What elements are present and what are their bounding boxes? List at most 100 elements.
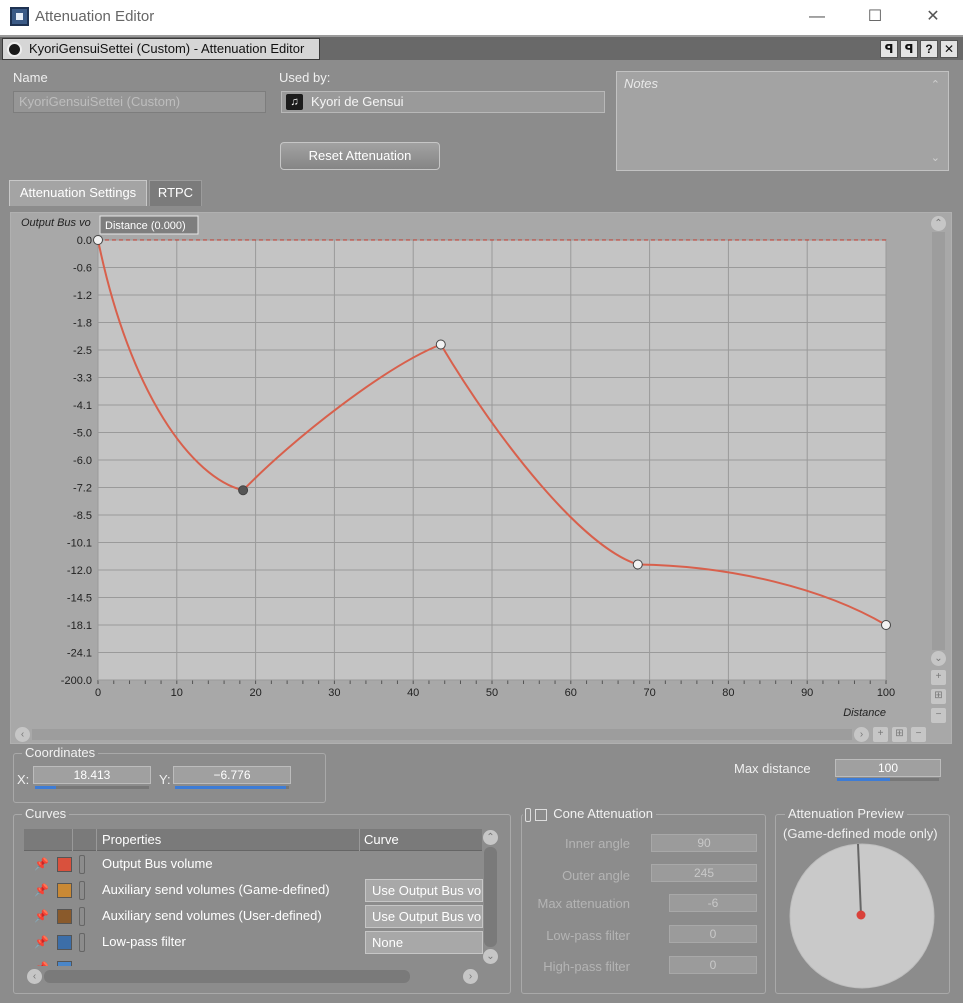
notes-field[interactable]: Notes ⌃ ⌄ — [616, 71, 949, 171]
x-tick-label: 30 — [328, 687, 340, 699]
notes-scroll-down-icon[interactable]: ⌄ — [931, 151, 940, 164]
curves-title: Curves — [22, 806, 70, 821]
graph-scroll-down-icon[interactable]: ⌄ — [931, 651, 946, 666]
curve-control-point[interactable] — [238, 485, 249, 496]
max-distance-input[interactable]: 100 — [835, 759, 941, 777]
zoom-fit-x-icon[interactable]: ⊞ — [892, 727, 907, 742]
inner-angle-label: Inner angle — [564, 836, 630, 851]
curve-control-point[interactable] — [435, 339, 446, 350]
y-tick-label: -1.8 — [73, 318, 92, 330]
y-coordinate-slider[interactable] — [175, 786, 289, 789]
curve-color-swatch — [57, 909, 72, 924]
pin-icon[interactable]: 📌 — [34, 961, 49, 966]
pin-icon[interactable]: 📌 — [34, 883, 49, 897]
zoom-in-x-icon[interactable]: + — [873, 727, 888, 742]
graph-scroll-left-icon[interactable]: ‹ — [15, 727, 30, 742]
cone-enable-checkbox[interactable] — [534, 808, 547, 821]
x-axis-label: Distance — [843, 707, 886, 719]
minimize-button[interactable]: — — [797, 4, 837, 30]
curve-row-partial[interactable]: 📌 — [24, 956, 482, 966]
x-coordinate-input[interactable]: 18.413 — [33, 766, 151, 784]
curve-name: Low-pass filter — [102, 934, 186, 949]
x-coordinate-slider[interactable] — [35, 786, 149, 789]
zoom-out-y-icon[interactable]: − — [931, 708, 946, 723]
y-coordinate-input[interactable]: −6.776 — [173, 766, 291, 784]
curve-name: Auxiliary send volumes (User-defined) — [102, 908, 322, 923]
editor-tab-label: KyoriGensuiSettei (Custom) - Attenuation… — [29, 41, 305, 56]
curve-select[interactable]: Use Output Bus vo — [365, 905, 483, 928]
curves-scroll-left-icon[interactable]: ‹ — [27, 969, 42, 984]
curve-name: Auxiliary send volumes (Game-defined) — [102, 882, 330, 897]
close-button[interactable]: ✕ — [913, 4, 953, 30]
curves-scroll-right-icon[interactable]: › — [463, 969, 478, 984]
used-by-field[interactable]: ♫ Kyori de Gensui — [281, 91, 605, 113]
cone-high-pass-input: 0 — [669, 956, 757, 974]
curve-color-swatch — [57, 935, 72, 950]
coordinates-title: Coordinates — [22, 745, 99, 760]
cone-toggle-icon[interactable] — [525, 807, 531, 822]
curve-row-output-bus[interactable]: 📌 Output Bus volume — [24, 852, 482, 877]
help-button[interactable]: ? — [920, 40, 938, 58]
curve-column-header[interactable]: Curve — [364, 832, 399, 847]
y-tick-label: -3.3 — [73, 373, 92, 385]
max-distance-slider[interactable] — [837, 778, 939, 781]
graph-scroll-up-icon[interactable]: ⌃ — [931, 216, 946, 231]
curve-color-swatch — [57, 857, 72, 872]
curve-toggle-icon[interactable] — [79, 907, 85, 926]
high-pass-filter-label: High-pass filter — [543, 959, 630, 974]
curve-name: Output Bus volume — [102, 856, 213, 871]
zoom-fit-y-icon[interactable]: ⊞ — [931, 689, 946, 704]
graph-vscroll-track[interactable] — [932, 232, 945, 650]
pin-icon[interactable]: 📌 — [34, 935, 49, 949]
y-tick-label: -6.0 — [73, 455, 92, 467]
curves-vscroll-thumb[interactable] — [484, 847, 497, 947]
pin-icon[interactable]: 📌 — [34, 909, 49, 923]
pin-right-button[interactable]: ꟼ — [900, 40, 918, 58]
curve-toggle-icon[interactable] — [79, 933, 85, 952]
curves-scroll-down-icon[interactable]: ⌄ — [483, 949, 498, 964]
maximize-button[interactable]: ☐ — [855, 4, 895, 30]
tab-rtpc[interactable]: RTPC — [149, 180, 202, 206]
attenuation-graph[interactable]: 0 10 20 30 40 50 60 70 80 90 100 0.0 -0.6 -1.2 -1.8 -2.… — [11, 213, 953, 745]
curve-toggle-icon[interactable] — [79, 855, 85, 874]
pin-left-button[interactable]: ꟼ — [880, 40, 898, 58]
outer-angle-input: 245 — [651, 864, 757, 882]
attenuation-graph-panel: 0 10 20 30 40 50 60 70 80 90 100 0.0 -0.6 -1.2 -1.8 -2.… — [10, 212, 952, 744]
y-tick-label: -8.5 — [73, 510, 92, 522]
curve-control-point[interactable] — [632, 559, 643, 570]
y-tick-label: -12.0 — [67, 565, 92, 577]
curves-table-header: Properties Curve — [24, 829, 482, 851]
properties-column-header[interactable]: Properties — [102, 832, 161, 847]
editor-close-button[interactable]: ✕ — [940, 40, 958, 58]
x-tick-label: 100 — [877, 687, 895, 699]
curve-control-point[interactable] — [93, 235, 103, 245]
notes-scroll-up-icon[interactable]: ⌃ — [931, 78, 940, 91]
pin-icon[interactable]: 📌 — [34, 857, 49, 871]
graph-hscroll-track[interactable] — [32, 729, 852, 740]
outer-angle-label: Outer angle — [562, 868, 630, 883]
attenuation-preview-title: Attenuation Preview — [785, 806, 907, 821]
zoom-out-x-icon[interactable]: − — [911, 727, 926, 742]
curve-row-low-pass[interactable]: 📌 Low-pass filter None — [24, 930, 483, 955]
max-attenuation-label: Max attenuation — [537, 896, 630, 911]
curve-select[interactable]: Use Output Bus vo — [365, 879, 483, 902]
curves-scroll-up-icon[interactable]: ⌃ — [483, 830, 498, 845]
curve-select[interactable]: None — [365, 931, 483, 954]
tab-attenuation-settings[interactable]: Attenuation Settings — [9, 180, 147, 206]
low-pass-filter-label: Low-pass filter — [546, 928, 630, 943]
curve-control-point[interactable] — [881, 620, 891, 630]
curves-hscroll-thumb[interactable] — [44, 970, 410, 983]
y-tick-label: -7.2 — [73, 483, 92, 495]
curve-toggle-icon[interactable] — [79, 881, 85, 900]
x-tick-label: 50 — [486, 687, 498, 699]
reset-attenuation-button[interactable]: Reset Attenuation — [280, 142, 440, 170]
notes-placeholder: Notes — [624, 76, 658, 91]
zoom-in-y-icon[interactable]: + — [931, 670, 946, 685]
x-tick-label: 40 — [407, 687, 419, 699]
graph-scroll-right-icon[interactable]: › — [854, 727, 869, 742]
editor-tab[interactable]: KyoriGensuiSettei (Custom) - Attenuation… — [2, 38, 320, 60]
curve-row-aux-user[interactable]: 📌 Auxiliary send volumes (User-defined) … — [24, 904, 483, 929]
title-bar: Attenuation Editor — ☐ ✕ — [0, 0, 963, 35]
x-tick-label: 60 — [565, 687, 577, 699]
curve-row-aux-game[interactable]: 📌 Auxiliary send volumes (Game-defined) … — [24, 878, 483, 903]
